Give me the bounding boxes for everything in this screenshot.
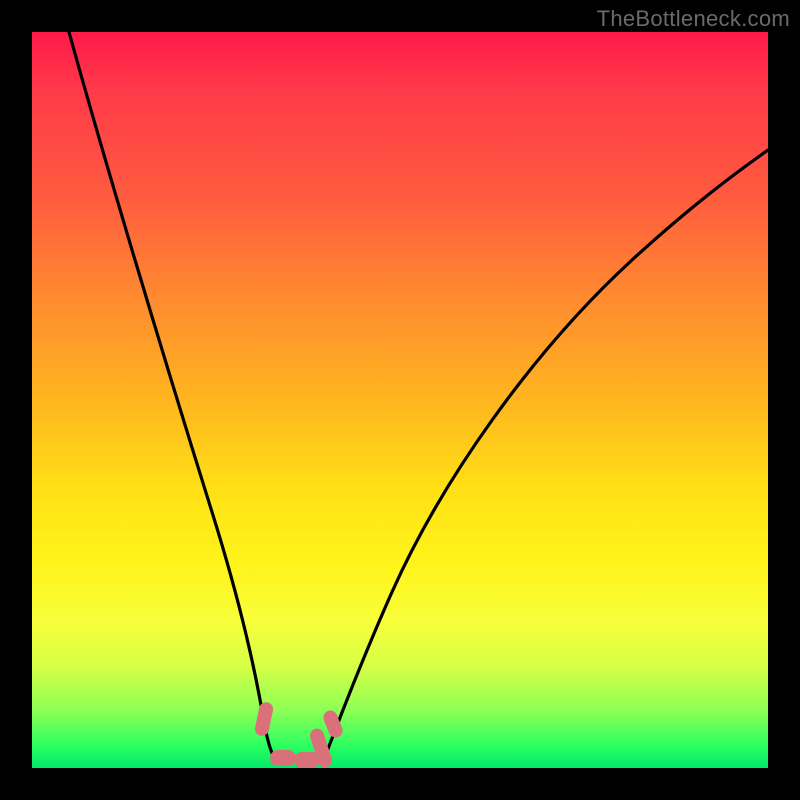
- left-curve: [69, 32, 278, 764]
- chart-plot-area: [32, 32, 768, 768]
- chart-svg: [32, 32, 768, 768]
- chart-frame: TheBottleneck.com: [0, 0, 800, 800]
- right-curve: [322, 150, 768, 764]
- watermark-text: TheBottleneck.com: [597, 6, 790, 32]
